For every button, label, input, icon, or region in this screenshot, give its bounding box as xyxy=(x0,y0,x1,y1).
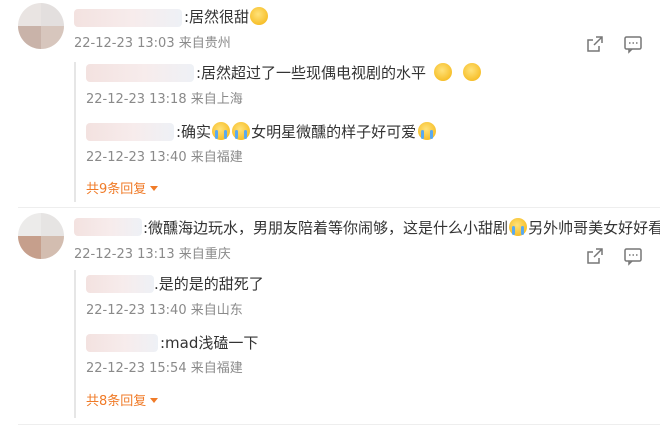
comment-text-part-a: :微醺海边玩水，男朋友陪着等你闹够，这是什么小甜剧 xyxy=(143,219,509,237)
comment-text-content: :居然很甜 xyxy=(184,8,250,26)
reply-text: :mad浅磕一下 xyxy=(160,334,259,352)
reply-text: :确实 女明星微醺的样子好可爱 xyxy=(176,122,437,142)
comment-icon[interactable] xyxy=(622,245,644,267)
emoji-crying-icon xyxy=(212,122,231,140)
emoji-crying-icon xyxy=(232,122,251,140)
avatar[interactable] xyxy=(18,3,64,49)
username-blurred[interactable] xyxy=(74,218,142,236)
comment-text: :居然很甜 xyxy=(184,7,269,27)
comment-meta: 22-12-23 13:13 来自重庆 xyxy=(74,247,231,262)
reply-text-content: :居然超过了一些现偶电视剧的水平 xyxy=(196,64,427,82)
reply-thread-bar xyxy=(74,62,76,202)
reply-text-part-b: 女明星微醺的样子好可爱 xyxy=(251,123,417,141)
view-more-replies-label: 共9条回复 xyxy=(86,182,147,197)
share-icon[interactable] xyxy=(584,245,606,267)
emoji-crying-icon xyxy=(509,218,528,236)
emoji-holding-icon xyxy=(463,63,482,81)
username-blurred[interactable] xyxy=(74,9,182,27)
comment-text-part-b: 另外帅哥美女好好看 xyxy=(528,219,660,237)
view-more-replies-label: 共8条回复 xyxy=(86,394,147,409)
emoji-holding-icon xyxy=(250,7,269,25)
reply-text: :居然超过了一些现偶电视剧的水平 xyxy=(196,63,482,83)
comment-divider xyxy=(18,424,660,425)
caret-down-icon xyxy=(150,186,159,191)
emoji-holding-icon xyxy=(434,63,453,81)
comment-icon[interactable] xyxy=(622,33,644,55)
reply-text: .是的是的甜死了 xyxy=(154,275,264,293)
avatar[interactable] xyxy=(18,213,64,259)
reply-username-blurred[interactable] xyxy=(86,334,158,352)
reply-text-part-a: :确实 xyxy=(176,123,212,141)
reply-meta: 22-12-23 13:40 来自山东 xyxy=(86,303,243,318)
view-more-replies-link[interactable]: 共8条回复 xyxy=(86,393,159,411)
reply-username-blurred[interactable] xyxy=(86,275,154,293)
comment-divider xyxy=(18,207,660,208)
reply-meta: 22-12-23 15:54 来自福建 xyxy=(86,361,243,376)
caret-down-icon xyxy=(150,398,159,403)
reply-username-blurred[interactable] xyxy=(86,123,174,141)
emoji-crying-icon xyxy=(418,122,437,140)
reply-meta: 22-12-23 13:40 来自福建 xyxy=(86,150,243,165)
comment-text: :微醺海边玩水，男朋友陪着等你闹够，这是什么小甜剧 另外帅哥美女好好看 xyxy=(143,218,660,238)
reply-username-blurred[interactable] xyxy=(86,64,194,82)
reply-thread-bar xyxy=(74,270,76,418)
share-icon[interactable] xyxy=(584,33,606,55)
comment-meta: 22-12-23 13:03 来自贵州 xyxy=(74,36,231,51)
view-more-replies-link[interactable]: 共9条回复 xyxy=(86,181,159,199)
reply-meta: 22-12-23 13:18 来自上海 xyxy=(86,92,243,107)
